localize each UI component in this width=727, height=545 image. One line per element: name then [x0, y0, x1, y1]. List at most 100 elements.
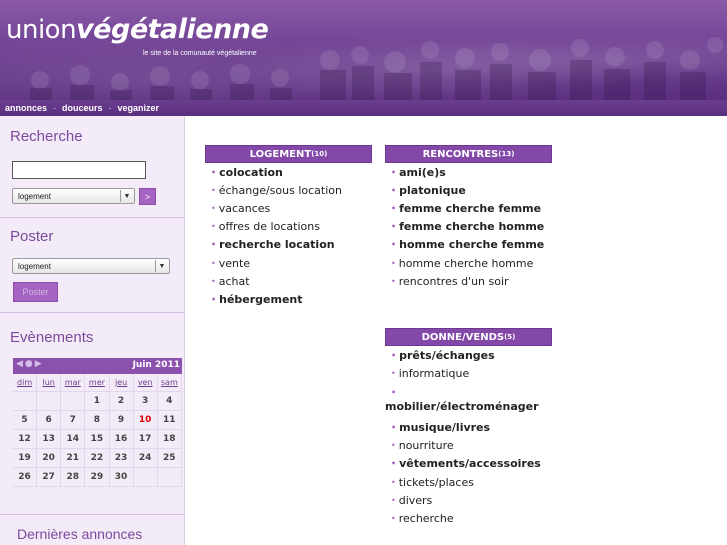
category-link[interactable]: • homme cherche homme	[385, 254, 552, 272]
category-link[interactable]: • vêtements/accessoires	[385, 455, 552, 473]
bullet-icon: •	[391, 167, 397, 177]
calendar-day-of-week[interactable]: mer	[85, 374, 110, 392]
category-link[interactable]: • recherche location	[205, 236, 372, 254]
category-link[interactable]: • mobilier/électroménager	[385, 382, 552, 418]
calendar-week-row: 12 13 14 15 16 17 18	[13, 430, 182, 449]
search-input[interactable]	[12, 161, 146, 179]
category-link[interactable]: • colocation	[205, 163, 372, 181]
calendar-day-cell[interactable]: 1	[85, 392, 110, 411]
category-link[interactable]: • femme cherche homme	[385, 218, 552, 236]
category-link-label: offres de locations	[218, 220, 320, 234]
calendar-days-of-week: dim lun mar mer jeu ven sam	[13, 374, 182, 392]
calendar-nav-arrows-icon[interactable]: ◀●▶	[16, 359, 44, 369]
category-link-label: recherche	[398, 511, 454, 525]
calendar-day-cell[interactable]: 12	[13, 430, 38, 449]
logo-text-vegetalienne: végétalienne	[76, 14, 269, 45]
calendar-day-cell[interactable]: 24	[133, 449, 158, 468]
bullet-icon: •	[211, 222, 216, 232]
calendar-day-cell[interactable]: 13	[37, 430, 62, 449]
category-link[interactable]: • ami(e)s	[385, 163, 552, 181]
site-logo[interactable]: unionvégétalienne	[6, 14, 269, 45]
bullet-icon: •	[211, 185, 216, 195]
calendar-day-cell[interactable]: 14	[61, 430, 86, 449]
category-link-label: prêts/échanges	[399, 348, 495, 362]
calendar-day-cell[interactable]: 3	[133, 392, 158, 411]
category-link[interactable]: • vente	[205, 254, 372, 272]
bullet-icon: •	[391, 258, 396, 268]
nav-link-veganizer[interactable]: veganizer	[118, 103, 160, 113]
calendar-day-cell[interactable]: 2	[109, 392, 134, 411]
calendar-day-cell[interactable]: 28	[61, 468, 86, 487]
category-link-label: vente	[218, 256, 251, 270]
category-link[interactable]: • platonique	[385, 181, 552, 199]
calendar-day-cell[interactable]: 25	[157, 449, 182, 468]
calendar-day-of-week[interactable]: mar	[61, 374, 86, 392]
calendar-day-of-week[interactable]: ven	[133, 374, 158, 392]
calendar-header: ◀●▶ Juin 2011	[13, 358, 182, 374]
calendar-day-cell[interactable]: 27	[37, 468, 62, 487]
category-link[interactable]: • divers	[385, 491, 552, 509]
category-header-logement[interactable]: LOGEMENT (10)	[205, 145, 372, 163]
calendar-day-cell[interactable]: 9	[109, 411, 134, 430]
search-category-value: logement	[18, 191, 51, 201]
category-link[interactable]: • informatique	[385, 364, 552, 382]
category-logement: LOGEMENT (10) • colocation • échange/sous lo…	[205, 145, 372, 309]
calendar-day-cell[interactable]: 15	[85, 430, 110, 449]
category-link[interactable]: • prêts/échanges	[385, 346, 552, 364]
category-link[interactable]: • rencontres d'un soir	[385, 272, 552, 290]
category-link[interactable]: • tickets/places	[385, 473, 552, 491]
calendar-day-of-week[interactable]: jeu	[109, 374, 134, 392]
calendar-day-of-week[interactable]: dim	[13, 374, 38, 392]
calendar-day-cell[interactable]: 20	[37, 449, 62, 468]
calendar-day-cell[interactable]: 18	[157, 430, 182, 449]
category-header-rencontres[interactable]: RENCONTRES (13)	[385, 145, 552, 163]
calendar-day-cell[interactable]: 11	[157, 411, 182, 430]
calendar-day-cell[interactable]: 10	[133, 411, 158, 430]
category-link[interactable]: • recherche	[385, 509, 552, 527]
category-link[interactable]: • femme cherche femme	[385, 199, 552, 217]
nav-link-douceurs[interactable]: douceurs	[62, 103, 103, 113]
post-section-title: Poster	[10, 228, 54, 245]
calendar-day-cell[interactable]: 6	[37, 411, 62, 430]
category-count: (13)	[498, 150, 515, 158]
calendar-day-cell[interactable]: 30	[109, 468, 134, 487]
category-list-logement: • colocation • échange/sous location • vacanc…	[205, 163, 372, 309]
calendar-day-cell[interactable]: 8	[85, 411, 110, 430]
calendar-day-of-week[interactable]: lun	[37, 374, 62, 392]
calendar-day-cell[interactable]: 17	[133, 430, 158, 449]
nav-link-annonces[interactable]: annonces	[5, 103, 47, 113]
category-link-label: recherche location	[219, 238, 335, 252]
bullet-icon: •	[211, 167, 217, 177]
chevron-down-icon: ▼	[120, 190, 133, 202]
category-link[interactable]: • nourriture	[385, 437, 552, 455]
category-link[interactable]: • musique/livres	[385, 418, 552, 436]
calendar-day-cell[interactable]: 23	[109, 449, 134, 468]
search-category-select[interactable]: logement ▼	[12, 188, 135, 204]
category-link[interactable]: • échange/sous location	[205, 181, 372, 199]
bullet-icon: •	[391, 422, 397, 432]
calendar-week-row: 26 27 28 29 30	[13, 468, 182, 487]
post-button[interactable]: Poster	[13, 282, 58, 302]
calendar-day-cell[interactable]: 19	[13, 449, 38, 468]
category-link[interactable]: • vacances	[205, 199, 372, 217]
calendar-day-cell[interactable]: 26	[13, 468, 38, 487]
calendar-day-cell[interactable]: 29	[85, 468, 110, 487]
bullet-icon: •	[211, 240, 217, 250]
category-header-donne-vends[interactable]: DONNE/VENDS (5)	[385, 328, 552, 346]
calendar-day-cell[interactable]: 21	[61, 449, 86, 468]
calendar-day-cell[interactable]: 22	[85, 449, 110, 468]
category-link[interactable]: • achat	[205, 272, 372, 290]
search-submit-button[interactable]: >	[139, 188, 156, 205]
calendar-day-of-week[interactable]: sam	[157, 374, 182, 392]
calendar-day-cell[interactable]: 5	[13, 411, 38, 430]
calendar-empty-cell	[61, 392, 86, 411]
category-link[interactable]: • offres de locations	[205, 218, 372, 236]
calendar-day-cell[interactable]: 4	[157, 392, 182, 411]
bullet-icon: •	[211, 276, 216, 286]
post-category-select[interactable]: logement ▼	[12, 258, 170, 274]
calendar-day-cell[interactable]: 7	[61, 411, 86, 430]
category-link[interactable]: • homme cherche femme	[385, 236, 552, 254]
category-link-label: échange/sous location	[218, 183, 342, 197]
calendar-day-cell[interactable]: 16	[109, 430, 134, 449]
category-link[interactable]: • hébergement	[205, 290, 372, 308]
